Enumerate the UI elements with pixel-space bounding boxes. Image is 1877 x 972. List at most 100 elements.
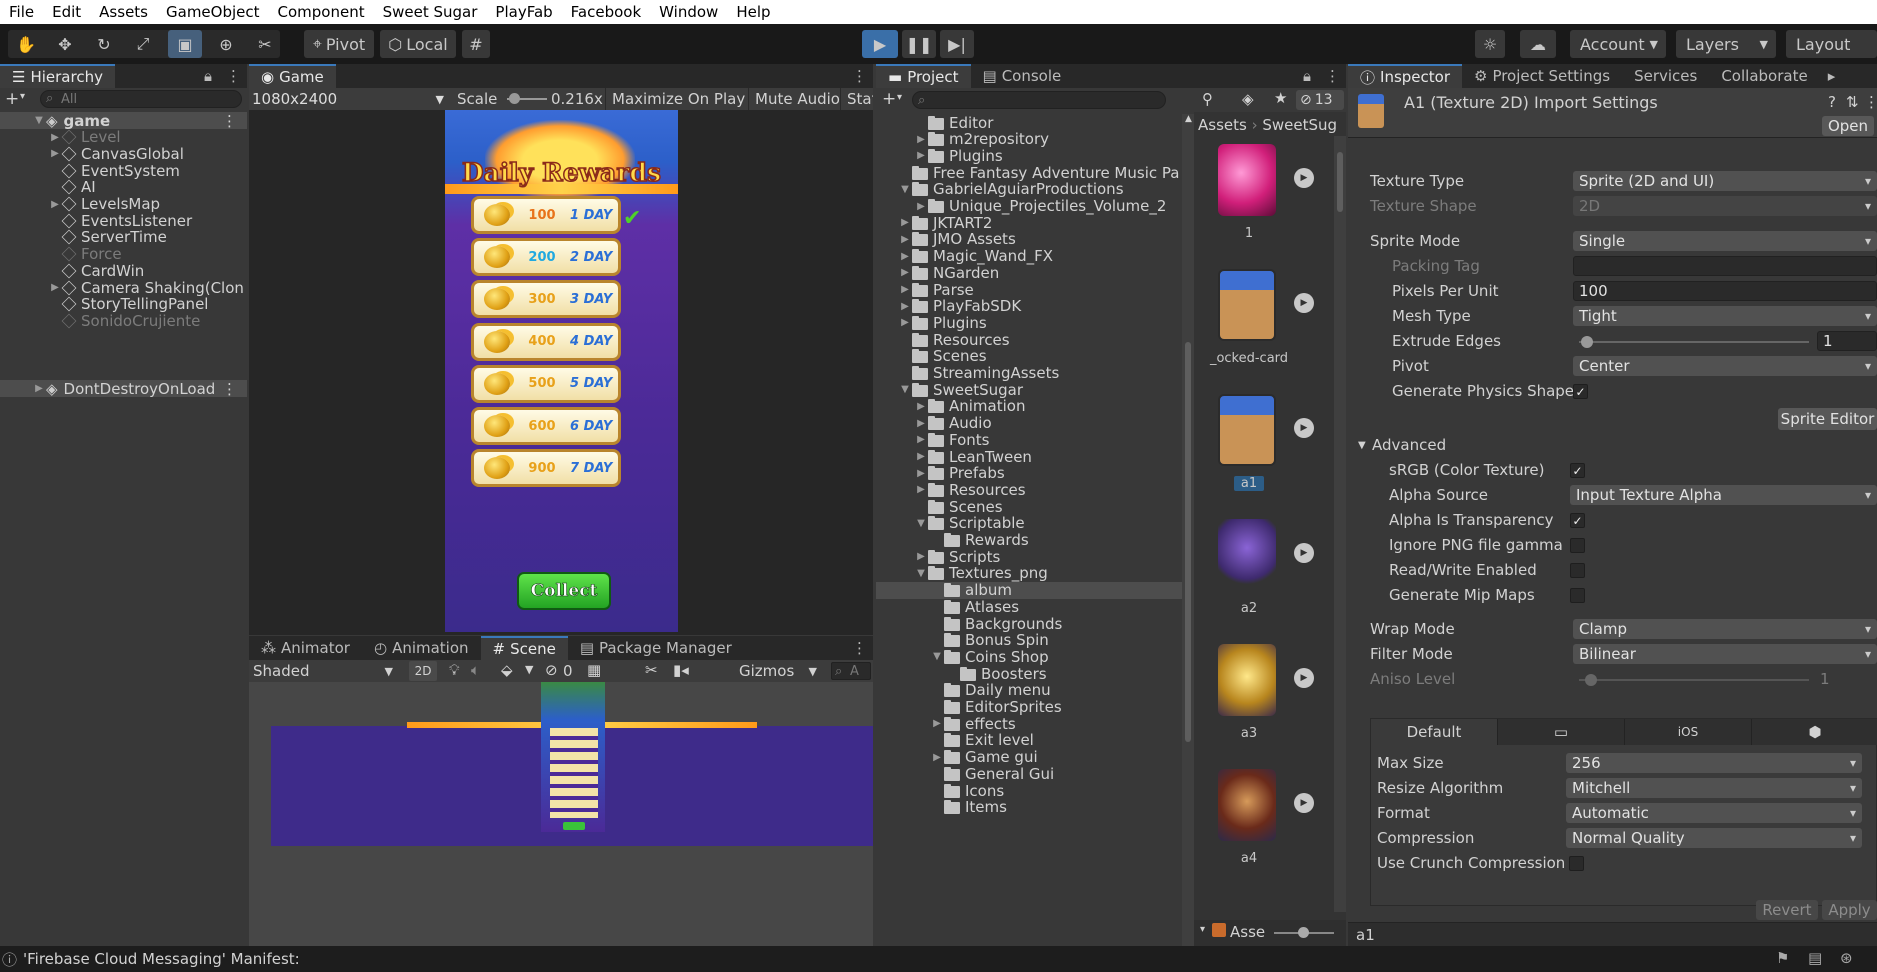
folder-row[interactable]: ▼ GabrielAguiarProductions <box>876 180 1182 198</box>
folder-row[interactable]: ▶ Animation <box>876 397 1182 415</box>
scene-row[interactable]: ▶ ◈ DontDestroyOnLoad ⋮ <box>0 380 247 398</box>
expand-sprite-icon[interactable]: ▶ <box>1294 418 1314 438</box>
tab-project[interactable]: ▬ Project <box>876 64 971 88</box>
folder-row[interactable]: Items <box>876 798 1182 816</box>
scale-tool-icon[interactable]: ⤢ <box>129 30 157 58</box>
folder-row[interactable]: ▶ Resources <box>876 481 1182 499</box>
folder-row[interactable]: ▶ Prefabs <box>876 464 1182 482</box>
folder-row[interactable]: ▶ JMO Assets <box>876 230 1182 248</box>
pivot-dropdown[interactable]: Center <box>1573 356 1877 376</box>
expand-closed-icon[interactable]: ▶ <box>914 551 928 562</box>
folder-row[interactable]: Atlases <box>876 598 1182 616</box>
folder-row[interactable]: ▶ Plugins <box>876 147 1182 165</box>
expand-closed-icon[interactable]: ▶ <box>898 301 912 312</box>
lock-icon[interactable]: 🔒︎ <box>1303 67 1311 85</box>
hierarchy-item[interactable]: ▶ LevelsMap <box>0 195 247 213</box>
expand-closed-icon[interactable]: ▶ <box>914 150 928 161</box>
breadcrumb-item[interactable]: Assets <box>1198 116 1247 134</box>
tab-package-manager[interactable]: ▤ Package Manager <box>568 636 744 660</box>
rect-tool-icon[interactable]: ▣ <box>168 30 202 58</box>
tree-scrollbar[interactable]: ▲ <box>1182 114 1194 946</box>
expand-closed-icon[interactable]: ▶ <box>898 317 912 328</box>
tab-services[interactable]: Services <box>1622 64 1709 88</box>
compression-dropdown[interactable]: Normal Quality <box>1566 828 1862 848</box>
collect-button[interactable]: Collect <box>517 572 611 610</box>
expand-open-icon[interactable]: ▼ <box>32 115 46 126</box>
chevron-down-icon[interactable]: ▼ <box>525 663 533 676</box>
grid-snap-icon[interactable]: # <box>462 30 490 58</box>
folder-row[interactable]: ▶ JKTART2 <box>876 214 1182 232</box>
alpha-transparency-checkbox[interactable]: ✓ <box>1570 513 1585 528</box>
srgb-checkbox[interactable]: ✓ <box>1570 463 1585 478</box>
step-button[interactable]: ▶| <box>940 30 974 58</box>
expand-closed-icon[interactable]: ▶ <box>898 251 912 262</box>
tab-platform-android[interactable]: ⬢ <box>1751 719 1877 745</box>
hierarchy-item[interactable]: ServerTime <box>0 228 247 246</box>
alpha-source-dropdown[interactable]: Input Texture Alpha <box>1570 485 1877 505</box>
expand-closed-icon[interactable]: ▶ <box>32 383 46 394</box>
pivot-toggle[interactable]: ⌖ Pivot <box>304 30 374 58</box>
tab-platform-standalone[interactable]: ▭ <box>1497 719 1624 745</box>
account-dropdown[interactable]: Account ▼ <box>1570 30 1666 58</box>
tab-platform-default[interactable]: Default <box>1371 719 1497 745</box>
hierarchy-item[interactable]: ▶ Level <box>0 128 247 146</box>
folder-row[interactable]: ▶ NGarden <box>876 264 1182 282</box>
layout-dropdown[interactable]: Layout <box>1786 30 1877 58</box>
folder-row[interactable]: ▶ Audio <box>876 414 1182 432</box>
shading-dropdown[interactable]: Shaded ▼ <box>253 661 397 681</box>
preview-bar[interactable]: a1 <box>1348 922 1877 946</box>
hierarchy-item[interactable]: SonidoCrujiente <box>0 312 247 330</box>
collapse-icon[interactable]: ▾ <box>1200 924 1205 935</box>
scroll-up-icon[interactable]: ▲ <box>1185 114 1192 124</box>
folder-row[interactable]: Free Fantasy Adventure Music Pa <box>876 164 1182 182</box>
expand-open-icon[interactable]: ▼ <box>914 518 928 529</box>
audio-icon[interactable]: 🔈︎ <box>471 661 480 679</box>
grid-toggle-icon[interactable]: ▦ <box>587 661 601 679</box>
transform-tool-icon[interactable]: ⊕ <box>212 30 240 58</box>
hierarchy-item[interactable]: ▶ CanvasGlobal <box>0 145 247 163</box>
crunch-compression-checkbox[interactable] <box>1569 856 1584 871</box>
more-tabs-icon[interactable]: ▸ <box>1820 64 1836 88</box>
folder-row[interactable]: Resources <box>876 331 1182 349</box>
folder-row[interactable]: ▼ Scriptable <box>876 514 1182 532</box>
play-button[interactable]: ▶ <box>862 30 898 58</box>
local-toggle[interactable]: ⬡ Local <box>380 30 456 58</box>
folder-row[interactable]: ▼ Textures_png <box>876 564 1182 582</box>
cache-server-icon[interactable]: ▤ <box>1808 949 1822 967</box>
pixels-per-unit-input[interactable]: 100 <box>1573 281 1877 301</box>
texture-type-dropdown[interactable]: Sprite (2D and UI) <box>1573 171 1877 191</box>
scene-row[interactable]: ▼ ◈ game ⋮ <box>0 112 247 130</box>
folder-row[interactable]: ▶ Plugins <box>876 314 1182 332</box>
folder-row[interactable]: ▶ LeanTween <box>876 448 1182 466</box>
hidden-objects-icon[interactable]: ⊘ <box>545 661 558 679</box>
expand-closed-icon[interactable]: ▶ <box>914 434 928 445</box>
mesh-type-dropdown[interactable]: Tight <box>1573 306 1877 326</box>
tab-game[interactable]: ◉ Game <box>249 64 336 88</box>
expand-closed-icon[interactable]: ▶ <box>914 134 928 145</box>
hidden-packages-toggle[interactable]: ⊘ 13 <box>1296 90 1344 110</box>
filter-type-icon[interactable]: ⚲ <box>1202 90 1213 108</box>
debug-icon[interactable]: ⚑ <box>1776 949 1789 967</box>
folder-row[interactable]: ▶ Game gui <box>876 748 1182 766</box>
sprite-mode-dropdown[interactable]: Single <box>1573 231 1877 251</box>
auto-generate-lighting-icon[interactable]: ⊛ <box>1840 949 1853 967</box>
wrap-mode-dropdown[interactable]: Clamp <box>1573 619 1877 639</box>
menu-item-window[interactable]: Window <box>650 3 727 21</box>
generate-physics-shape-checkbox[interactable]: ✓ <box>1573 384 1588 399</box>
tab-animation[interactable]: ◴ Animation <box>362 636 481 660</box>
folder-row[interactable]: StreamingAssets <box>876 364 1182 382</box>
sprite-editor-button[interactable]: Sprite Editor <box>1778 408 1877 430</box>
scene-search-input[interactable]: ⌕ A <box>831 662 871 680</box>
collab-icon[interactable]: ☼ <box>1475 30 1505 58</box>
folder-row[interactable]: Icons <box>876 782 1182 800</box>
expand-open-icon[interactable]: ▼ <box>898 184 912 195</box>
filter-label-icon[interactable]: ◈ <box>1242 90 1254 108</box>
folder-row[interactable]: Daily menu <box>876 681 1182 699</box>
chevron-down-icon[interactable]: ▾ <box>897 92 902 103</box>
hierarchy-item[interactable]: Force <box>0 245 247 263</box>
folder-row[interactable]: ▶ Parse <box>876 281 1182 299</box>
tab-hierarchy[interactable]: ☰ Hierarchy <box>0 64 115 88</box>
menu-item-assets[interactable]: Assets <box>90 3 157 21</box>
custom-tool-icon[interactable]: ✂ <box>251 30 279 58</box>
expand-closed-icon[interactable]: ▶ <box>48 132 62 143</box>
